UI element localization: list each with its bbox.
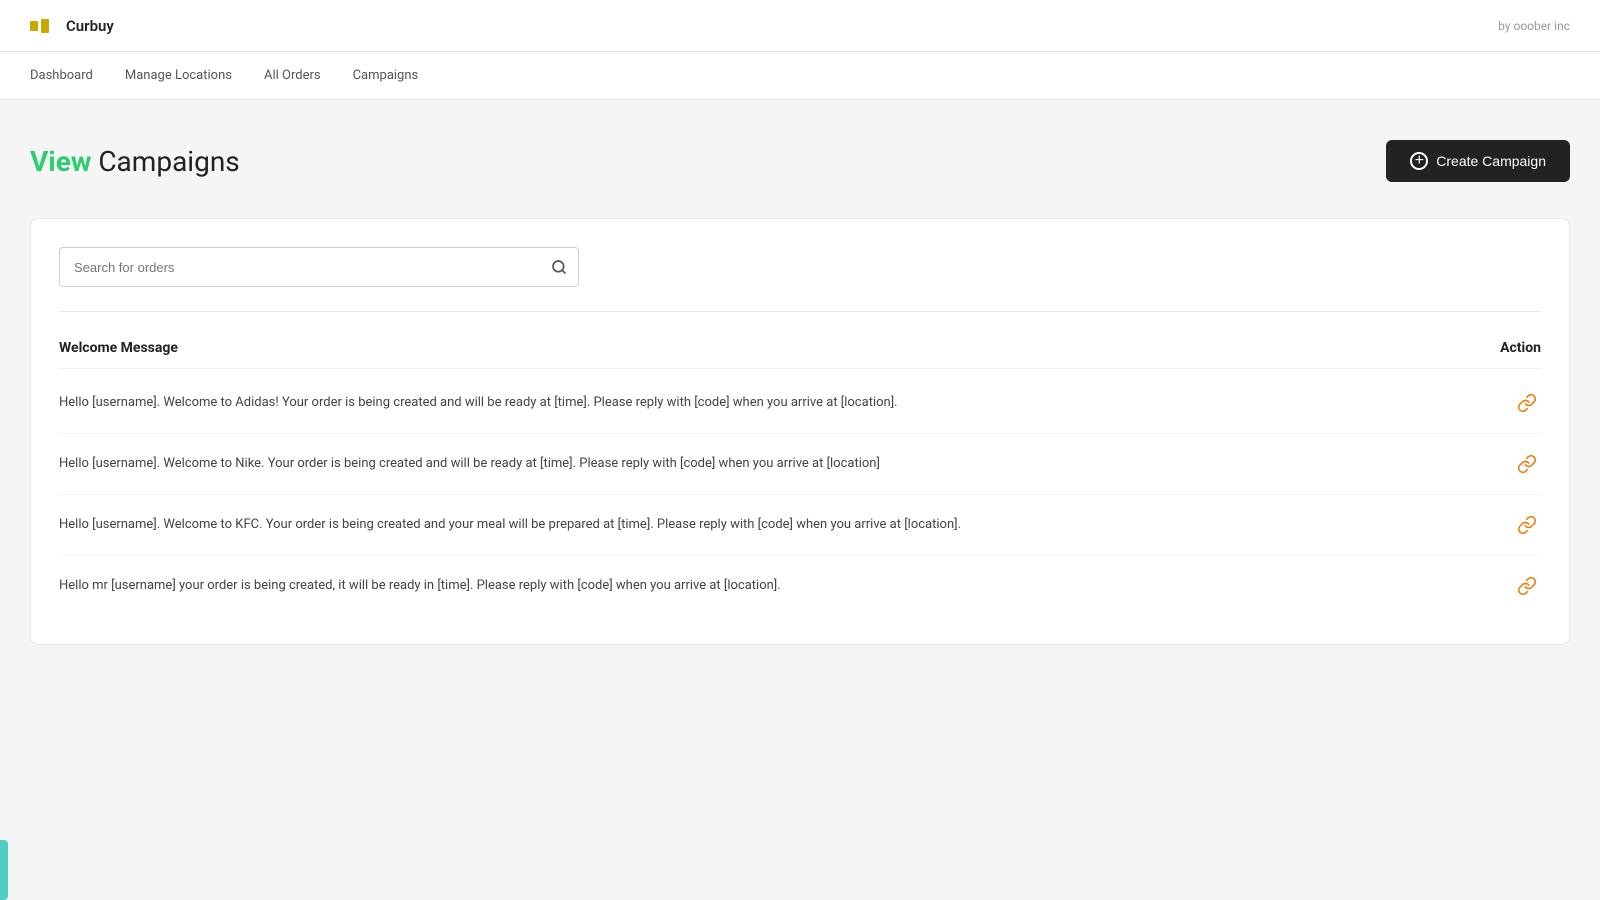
nav-item-dashboard[interactable]: Dashboard [30,64,93,87]
table-row: Hello [username]. Welcome to KFC. Your o… [59,495,1541,556]
campaign-message-2: Hello [username]. Welcome to Nike. Your … [59,454,1461,474]
link-edit-icon-4 [1517,576,1537,596]
edit-campaign-button-2[interactable] [1513,450,1541,478]
col-header-action: Action [1461,340,1541,356]
nav-item-campaigns[interactable]: Campaigns [353,64,419,87]
create-campaign-button[interactable]: + Create Campaign [1386,140,1570,182]
page-title-accent: View [30,145,91,178]
plus-circle-icon: + [1410,152,1428,170]
table-row: Hello [username]. Welcome to Adidas! You… [59,373,1541,434]
page-header: View Campaigns + Create Campaign [30,140,1570,182]
row-action-2 [1461,450,1541,478]
logo-bar-1 [30,21,38,31]
nav-item-manage-locations[interactable]: Manage Locations [125,64,232,87]
table-header: Welcome Message Action [59,332,1541,369]
main-content: View Campaigns + Create Campaign Welcome… [0,100,1600,900]
top-bar: Curbuy by ooober inc [0,0,1600,52]
row-action-4 [1461,572,1541,600]
campaign-message-3: Hello [username]. Welcome to KFC. Your o… [59,515,1461,535]
bottom-teal-bar [0,840,8,900]
edit-campaign-button-3[interactable] [1513,511,1541,539]
campaigns-card: Welcome Message Action Hello [username].… [30,218,1570,645]
link-edit-icon-3 [1517,515,1537,535]
logo-area: Curbuy [30,17,114,35]
edit-campaign-button-4[interactable] [1513,572,1541,600]
logo-icon [30,17,58,35]
search-icon [551,259,567,275]
search-container [59,247,579,287]
search-button[interactable] [539,247,579,287]
link-edit-icon-1 [1517,393,1537,413]
page-title: View Campaigns [30,145,240,178]
row-action-1 [1461,389,1541,417]
campaign-message-1: Hello [username]. Welcome to Adidas! You… [59,393,1461,413]
link-edit-icon-2 [1517,454,1537,474]
app-name: Curbuy [66,17,114,35]
row-action-3 [1461,511,1541,539]
nav-bar: Dashboard Manage Locations All Orders Ca… [0,52,1600,100]
edit-campaign-button-1[interactable] [1513,389,1541,417]
col-header-message: Welcome Message [59,340,178,356]
campaigns-table: Welcome Message Action Hello [username].… [59,332,1541,616]
table-row: Hello [username]. Welcome to Nike. Your … [59,434,1541,495]
nav-item-all-orders[interactable]: All Orders [264,64,321,87]
table-row: Hello mr [username] your order is being … [59,556,1541,616]
campaign-message-4: Hello mr [username] your order is being … [59,576,1461,596]
logo-bar-2 [41,19,49,33]
table-divider [59,311,1541,312]
search-input[interactable] [59,247,539,287]
app-credit: by ooober inc [1498,19,1570,33]
